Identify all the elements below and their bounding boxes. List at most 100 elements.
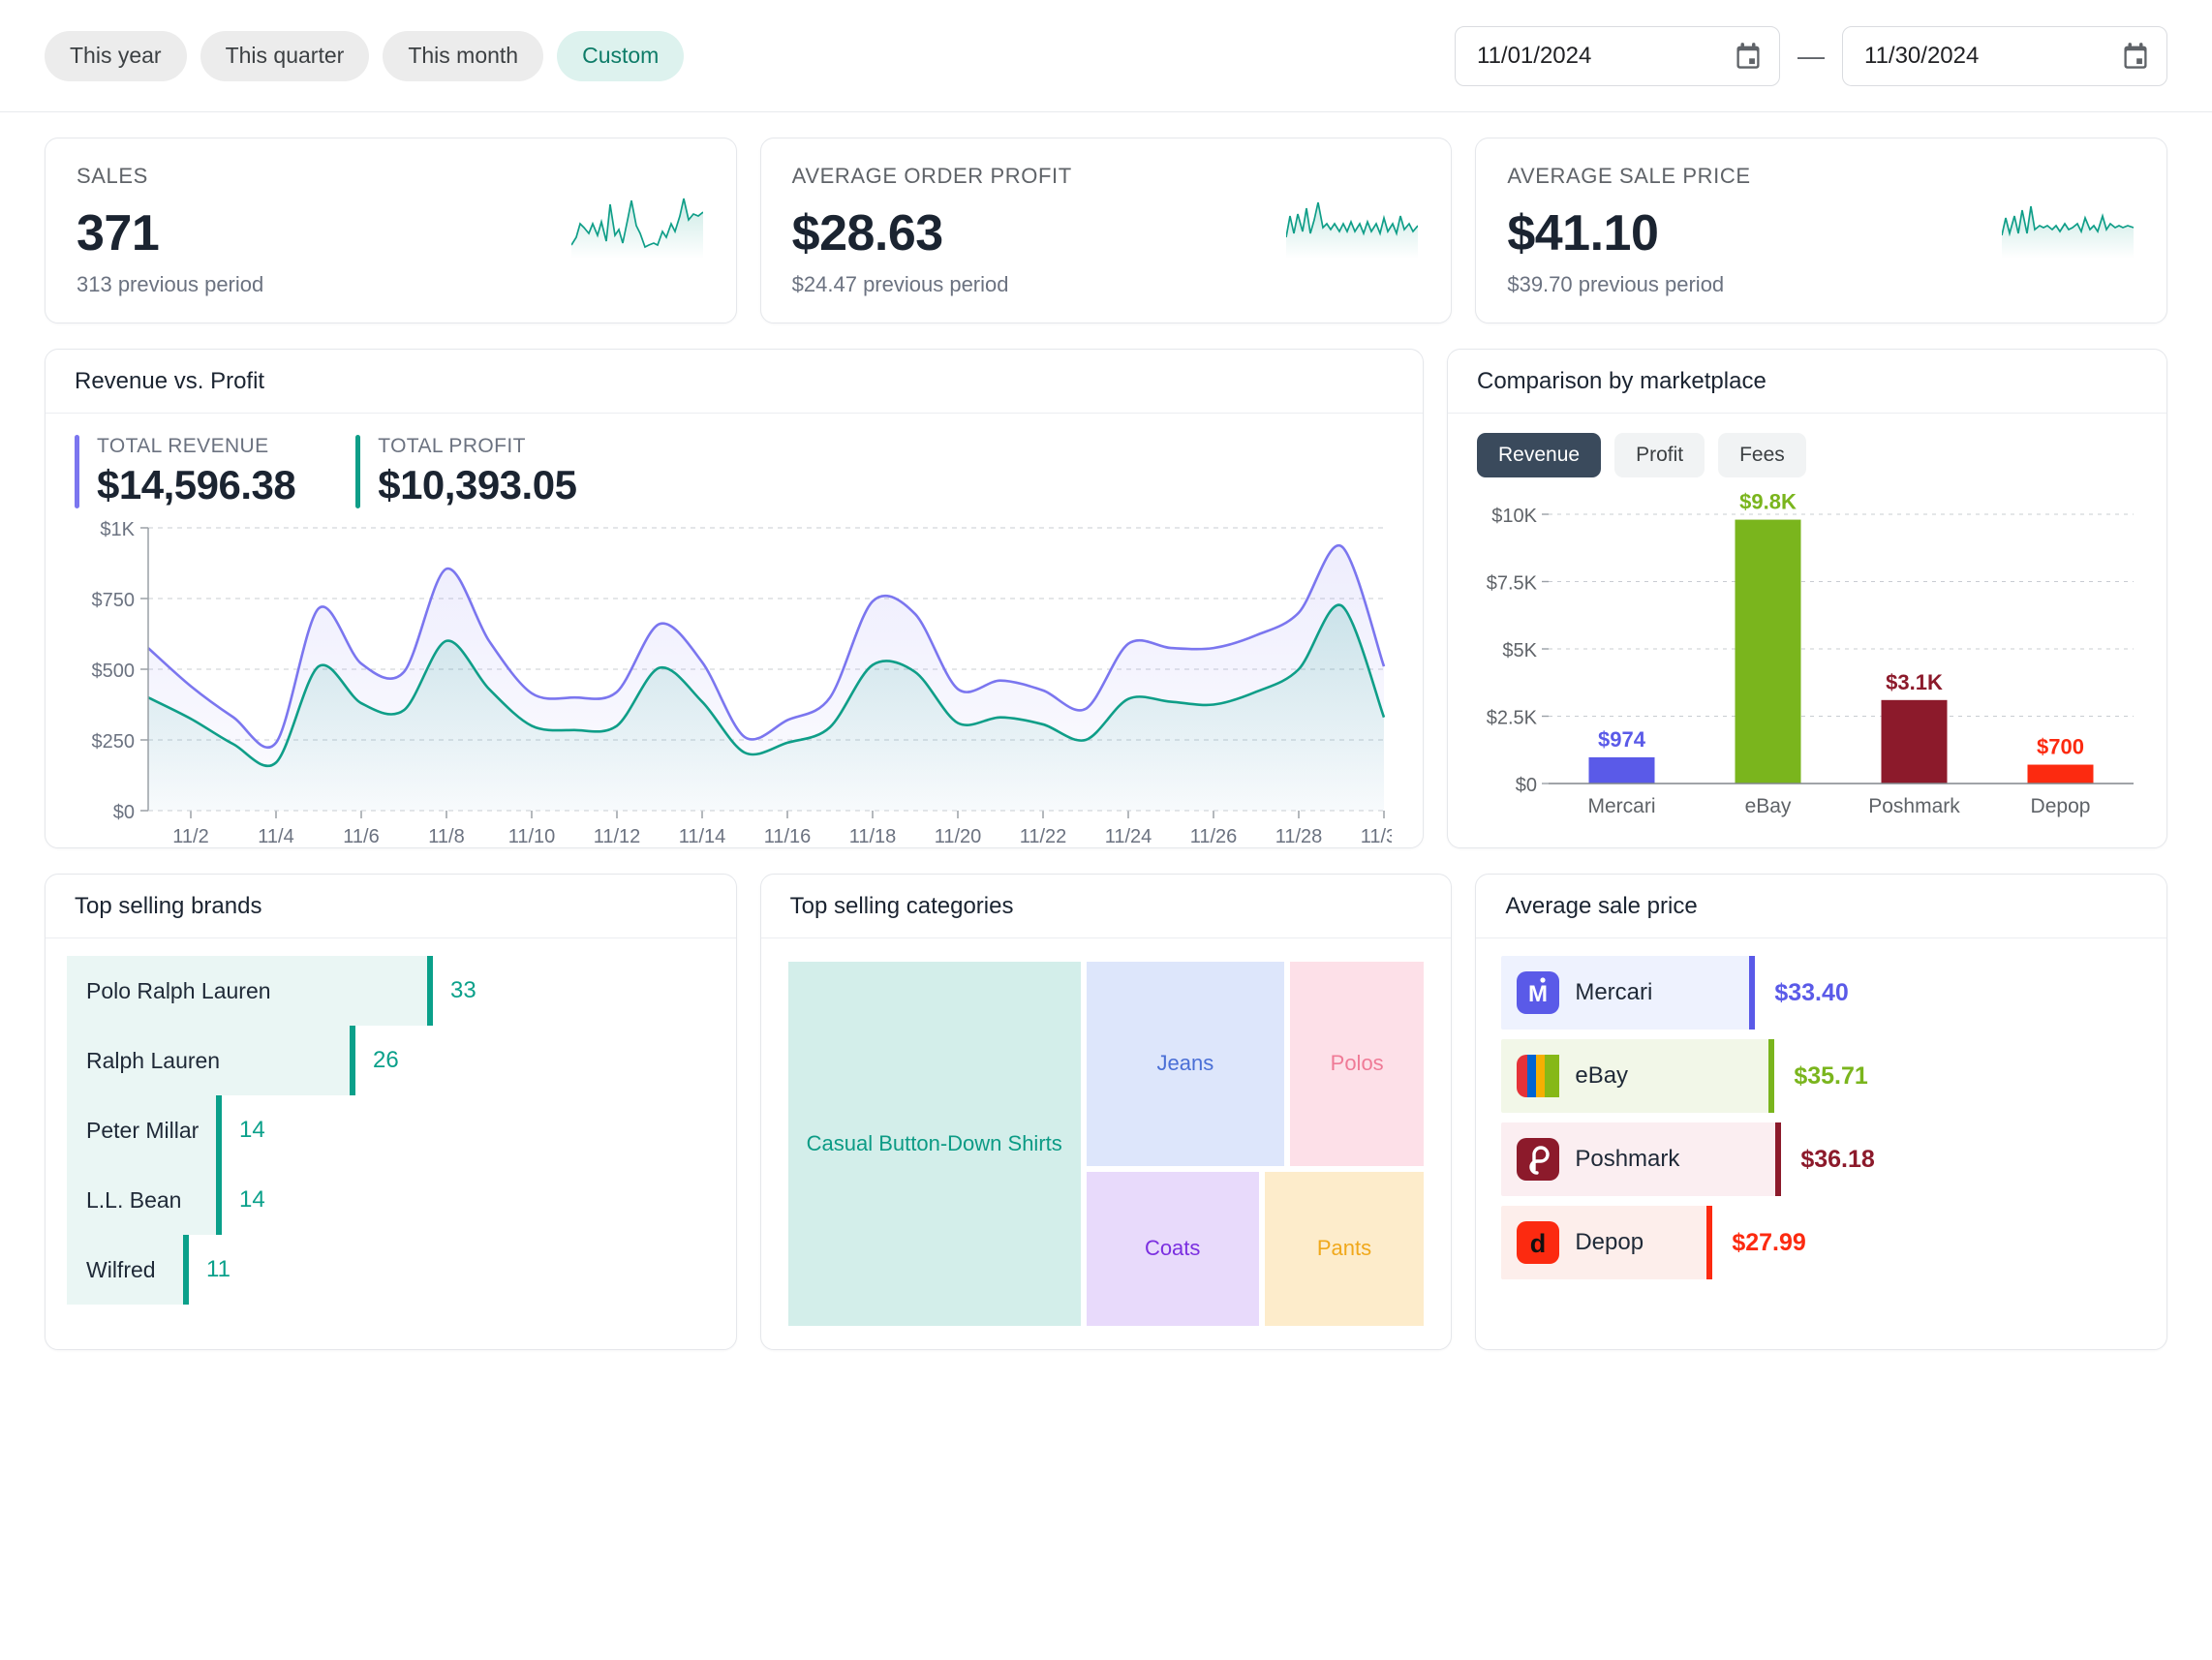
- tab-profit[interactable]: Profit: [1614, 433, 1705, 477]
- treemap-right-group: Jeans Polos Coats Pants: [1086, 962, 1425, 1326]
- period-chip-group: This year This quarter This month Custom: [45, 30, 685, 81]
- svg-text:11/24: 11/24: [1105, 826, 1152, 847]
- filter-toolbar: This year This quarter This month Custom…: [0, 0, 2212, 112]
- svg-text:$5K: $5K: [1502, 640, 1537, 661]
- treemap-cell-pants[interactable]: Pants: [1264, 1171, 1425, 1326]
- kpi-previous-period: $39.70 previous period: [1507, 272, 1725, 296]
- kpi-row: SALES 371 313 previous period AVERAGE OR…: [45, 138, 2168, 323]
- brand-bar-tick: [427, 956, 433, 1026]
- kpi-label: AVERAGE ORDER PROFIT: [791, 164, 1072, 188]
- area-chart-svg: $0 $250 $500 $750 $1K 11/2 11/4 11/6 11/8 11/10 11…: [92, 519, 1408, 847]
- sparkline-chart: [2002, 205, 2135, 259]
- svg-text:$2.5K: $2.5K: [1487, 708, 1538, 729]
- calendar-icon[interactable]: [2122, 42, 2149, 71]
- svg-text:11/6: 11/6: [343, 826, 379, 847]
- brand-list: Polo Ralph Lauren 33 Ralph Lauren 26 Peter M…: [46, 938, 736, 1305]
- mercari-icon: M: [1517, 971, 1560, 1014]
- brand-name: Peter Millar: [86, 1117, 200, 1143]
- brand-value: 26: [373, 1047, 399, 1073]
- brand-bar-tick: [216, 1165, 222, 1235]
- marketplace-name: Depop: [1575, 1229, 1644, 1255]
- svg-text:$250: $250: [92, 731, 136, 753]
- svg-text:11/4: 11/4: [258, 826, 293, 847]
- chip-this-quarter[interactable]: This quarter: [200, 30, 370, 81]
- brand-name: Ralph Lauren: [86, 1047, 221, 1073]
- svg-text:$0: $0: [113, 802, 135, 823]
- kpi-card-average-sale-price: AVERAGE SALE PRICE $41.10 $39.70 previou…: [1475, 138, 2168, 323]
- bar-chart-svg: $974 $9.8K $3.1K $700 $0 $2.5K $5K $7.5K $10K Me…: [1487, 490, 2134, 817]
- bottom-row: Top selling brands Polo Ralph Lauren 33 Ra…: [45, 874, 2168, 1350]
- treemap-cell-jeans[interactable]: Jeans: [1086, 962, 1284, 1166]
- marketplace-bar-tick: [1749, 956, 1756, 1030]
- marketplace-price: $36.18: [1800, 1145, 1875, 1173]
- svg-text:11/28: 11/28: [1275, 826, 1323, 847]
- marketplace-price: $33.40: [1774, 978, 1849, 1006]
- svg-text:11/8: 11/8: [428, 826, 464, 847]
- svg-text:Poshmark: Poshmark: [1868, 795, 1960, 817]
- marketplace-name: Mercari: [1575, 979, 1653, 1005]
- brand-bar-tick: [350, 1026, 355, 1095]
- brand-row[interactable]: Polo Ralph Lauren 33: [67, 956, 707, 1026]
- revenue-vs-profit-card: Revenue vs. Profit TOTAL REVENUE $14,596…: [45, 349, 1424, 848]
- brand-row[interactable]: Wilfred 11: [67, 1235, 707, 1305]
- brand-value: 14: [239, 1117, 265, 1143]
- marketplace-bar: d Depop: [1501, 1206, 1713, 1279]
- chip-custom[interactable]: Custom: [557, 30, 685, 81]
- kpi-previous-period: 313 previous period: [77, 272, 264, 296]
- treemap: Casual Button-Down Shirts Jeans Polos Co…: [787, 962, 1425, 1326]
- svg-text:d: d: [1530, 1229, 1547, 1258]
- chip-this-month[interactable]: This month: [383, 30, 544, 81]
- svg-text:$974: $974: [1598, 727, 1646, 752]
- total-profit-block: TOTAL PROFIT $10,393.05: [355, 435, 577, 508]
- ebay-icon: [1517, 1055, 1560, 1097]
- marketplace-row[interactable]: eBay $35.71: [1501, 1039, 2137, 1113]
- panel-title: Top selling brands: [46, 875, 736, 938]
- svg-text:11/20: 11/20: [935, 826, 982, 847]
- total-profit-label: TOTAL PROFIT: [378, 435, 526, 457]
- brand-bar: Polo Ralph Lauren: [67, 956, 433, 1026]
- brand-row[interactable]: L.L. Bean 14: [67, 1165, 707, 1235]
- svg-text:$10K: $10K: [1491, 506, 1537, 527]
- chip-this-year[interactable]: This year: [45, 30, 187, 81]
- end-date-value: 11/30/2024: [1864, 42, 1980, 69]
- brand-row[interactable]: Ralph Lauren 26: [67, 1026, 707, 1095]
- brand-name: Wilfred: [86, 1256, 156, 1282]
- sparkline-chart: [1286, 201, 1419, 259]
- tab-fees[interactable]: Fees: [1718, 433, 1806, 477]
- brand-name: L.L. Bean: [86, 1186, 182, 1213]
- brand-name: Polo Ralph Lauren: [86, 977, 271, 1003]
- brand-bar: L.L. Bean: [67, 1165, 222, 1235]
- panel-title: Comparison by marketplace: [1448, 350, 2166, 414]
- brand-bar: Peter Millar: [67, 1095, 222, 1165]
- svg-text:11/14: 11/14: [679, 826, 726, 847]
- marketplace-row[interactable]: Poshmark $36.18: [1501, 1122, 2137, 1196]
- marketplace-bar-tick: [1775, 1122, 1782, 1196]
- total-revenue-block: TOTAL REVENUE $14,596.38: [75, 435, 296, 508]
- marketplace-row[interactable]: d Depop $27.99: [1501, 1206, 2137, 1279]
- marketplace-name: Poshmark: [1575, 1146, 1680, 1172]
- panel-title: Top selling categories: [760, 875, 1452, 938]
- brand-bar-tick: [216, 1095, 222, 1165]
- marketplace-bar: eBay: [1501, 1039, 1775, 1113]
- treemap-cell-polos[interactable]: Polos: [1289, 962, 1425, 1166]
- treemap-cell-shirts[interactable]: Casual Button-Down Shirts: [787, 962, 1081, 1326]
- total-revenue-value: $14,596.38: [97, 462, 296, 507]
- svg-text:M: M: [1528, 981, 1548, 1007]
- svg-text:11/18: 11/18: [849, 826, 897, 847]
- marketplace-bar-tick: [1706, 1206, 1713, 1279]
- marketplace-row[interactable]: M Mercari $33.40: [1501, 956, 2137, 1030]
- brand-value: 14: [239, 1186, 265, 1213]
- tab-revenue[interactable]: Revenue: [1477, 433, 1602, 477]
- end-date-field[interactable]: 11/30/2024: [1842, 25, 2167, 86]
- brand-row[interactable]: Peter Millar 14: [67, 1095, 707, 1165]
- start-date-field[interactable]: 11/01/2024: [1455, 25, 1780, 86]
- treemap-cell-coats[interactable]: Coats: [1086, 1171, 1259, 1326]
- marketplace-name: eBay: [1575, 1062, 1629, 1089]
- kpi-label: AVERAGE SALE PRICE: [1507, 164, 1751, 188]
- marketplace-bar: Poshmark: [1501, 1122, 1782, 1196]
- svg-text:$7.5K: $7.5K: [1487, 573, 1538, 595]
- svg-text:$500: $500: [92, 661, 136, 682]
- marketplace-price: $35.71: [1794, 1061, 1868, 1090]
- brand-bar: Wilfred: [67, 1235, 189, 1305]
- calendar-icon[interactable]: [1735, 42, 1762, 71]
